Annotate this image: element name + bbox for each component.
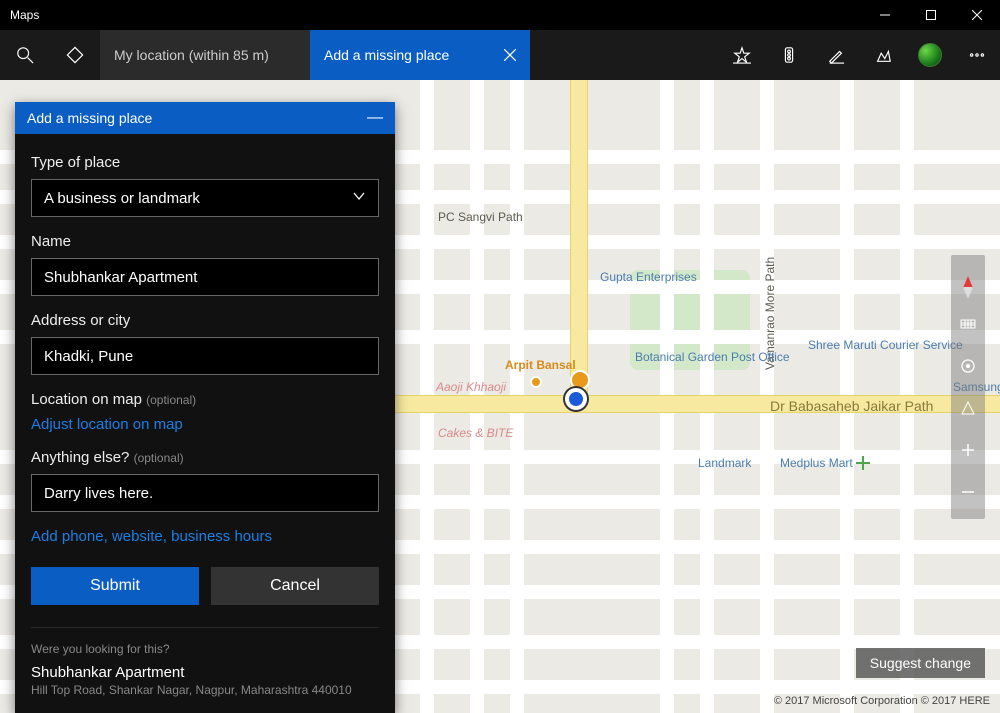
anything-else-label: Anything else? (optional) xyxy=(31,449,379,466)
type-of-place-value: A business or landmark xyxy=(44,190,200,207)
poi-gupta: Gupta Enterprises xyxy=(600,270,697,284)
favorites-button[interactable] xyxy=(718,30,765,80)
cancel-button[interactable]: Cancel xyxy=(211,567,379,605)
submit-button[interactable]: Submit xyxy=(31,567,199,605)
type-of-place-label: Type of place xyxy=(31,154,379,171)
map-style-button[interactable] xyxy=(951,387,985,429)
were-you-looking-label: Were you looking for this? xyxy=(31,642,379,656)
panel-header: Add a missing place — xyxy=(15,102,395,134)
road-label-jaikar: Dr Babasaheb Jaikar Path xyxy=(770,398,933,414)
more-button[interactable] xyxy=(953,30,1000,80)
tab-close-button[interactable] xyxy=(496,41,524,69)
main-area: Bhau Patil Roa PC Sangvi Path Gupta Ente… xyxy=(0,80,1000,713)
window-minimize-button[interactable] xyxy=(862,0,908,30)
ink-button[interactable] xyxy=(812,30,859,80)
map-attribution: © 2017 Microsoft Corporation © 2017 HERE xyxy=(774,695,990,707)
compass-icon xyxy=(963,276,973,288)
location-on-map-label: Location on map (optional) xyxy=(31,391,379,408)
pharmacy-icon xyxy=(856,456,870,470)
window-titlebar: Maps xyxy=(0,0,1000,30)
poi-aaoji: Aaoji Khhaoji xyxy=(436,380,506,394)
traffic-button[interactable] xyxy=(765,30,812,80)
poi-medplus: Medplus Mart xyxy=(780,456,853,470)
panel-minimize-button[interactable]: — xyxy=(367,109,383,127)
zoom-out-button[interactable] xyxy=(951,471,985,513)
poi-landmark: Landmark xyxy=(698,456,751,470)
active-tab-label: Add a missing place xyxy=(324,47,449,63)
address-label: Address or city xyxy=(31,312,379,329)
adjust-location-link[interactable]: Adjust location on map xyxy=(31,416,379,433)
my-location-label: My location (within 85 m) xyxy=(114,47,269,63)
panel-title: Add a missing place xyxy=(27,110,152,126)
address-input[interactable] xyxy=(31,337,379,375)
poi-cakes: Cakes & BITE xyxy=(438,426,513,440)
suggestion-title[interactable]: Shubhankar Apartment xyxy=(31,664,379,681)
tilt-button[interactable] xyxy=(951,303,985,345)
app-toolbar: My location (within 85 m) Add a missing … xyxy=(0,30,1000,80)
window-close-button[interactable] xyxy=(954,0,1000,30)
search-button[interactable] xyxy=(0,30,50,80)
compass-button[interactable] xyxy=(951,261,985,303)
road-bhau-patil xyxy=(570,80,588,393)
suggestion-address: Hill Top Road, Shankar Nagar, Nagpur, Ma… xyxy=(31,683,379,697)
directions-button[interactable] xyxy=(50,30,100,80)
toolbar-right-group xyxy=(718,30,1000,80)
my-location-chip[interactable]: My location (within 85 m) xyxy=(100,30,310,80)
zoom-in-button[interactable] xyxy=(951,429,985,471)
current-location-marker xyxy=(565,388,587,410)
map-controls xyxy=(951,255,985,519)
window-maximize-button[interactable] xyxy=(908,0,954,30)
globe-avatar-icon xyxy=(918,43,942,67)
type-of-place-select[interactable]: A business or landmark xyxy=(31,179,379,217)
road-label-pc-sangvi: PC Sangvi Path xyxy=(438,210,523,224)
add-more-details-link[interactable]: Add phone, website, business hours xyxy=(31,528,379,545)
3d-cities-button[interactable] xyxy=(859,30,906,80)
poi-shree-maruti: Shree Maruti Courier Service xyxy=(808,338,898,352)
poi-marker-orange-small xyxy=(530,376,542,388)
poi-botanical: Botanical Garden Post Office xyxy=(635,350,715,364)
suggest-change-button[interactable]: Suggest change xyxy=(856,648,985,678)
name-label: Name xyxy=(31,233,379,250)
add-missing-place-panel: Add a missing place — Type of place A bu… xyxy=(15,102,395,713)
tab-add-missing-place[interactable]: Add a missing place xyxy=(310,30,530,80)
app-title: Maps xyxy=(10,8,39,22)
user-avatar[interactable] xyxy=(906,30,953,80)
anything-else-input[interactable] xyxy=(31,474,379,512)
locate-me-button[interactable] xyxy=(951,345,985,387)
name-input[interactable] xyxy=(31,258,379,296)
poi-marker-orange xyxy=(570,370,590,390)
poi-arpit-bansal: Arpit Bansal xyxy=(505,358,576,372)
chevron-down-icon xyxy=(352,189,366,207)
